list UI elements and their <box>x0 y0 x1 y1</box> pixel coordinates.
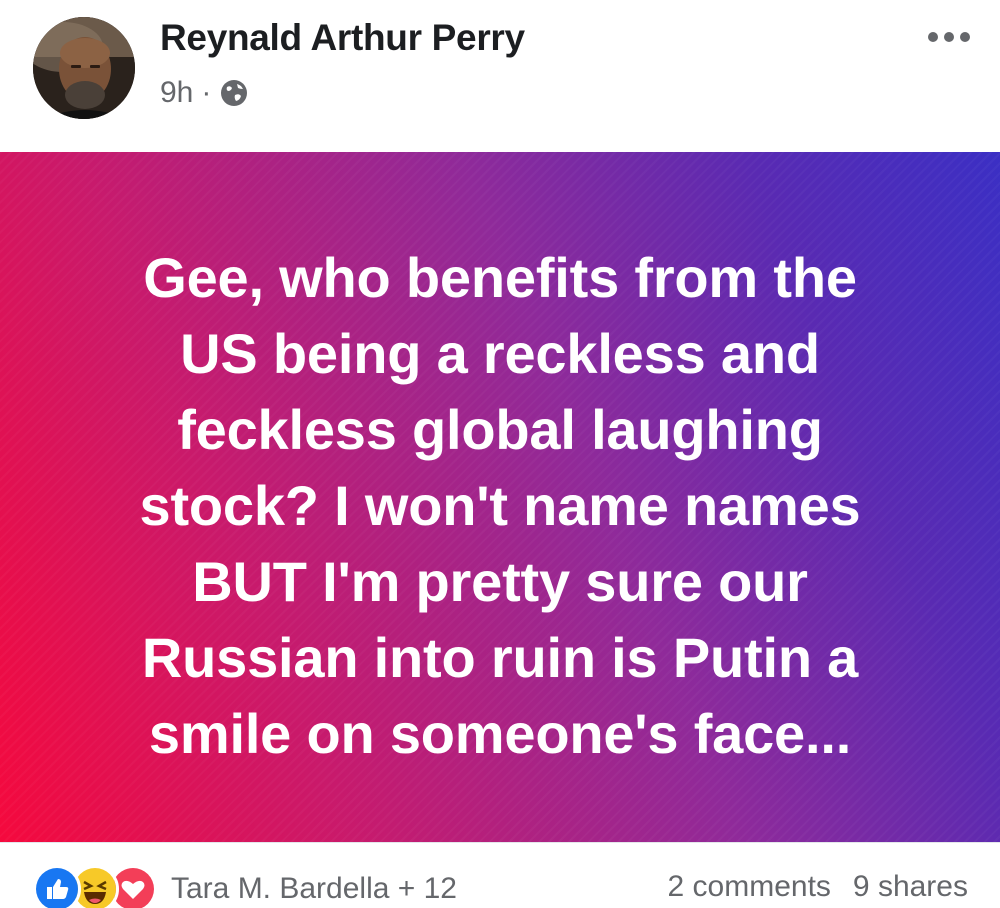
reactors-label[interactable]: Tara M. Bardella + 12 <box>171 872 457 906</box>
more-options-button[interactable] <box>922 26 976 48</box>
like-icon <box>33 865 81 908</box>
more-horizontal-icon <box>928 32 938 42</box>
more-horizontal-icon <box>944 32 954 42</box>
shares-count[interactable]: 9 shares <box>853 870 968 904</box>
meta-separator: · <box>201 76 212 109</box>
post-header: Reynald Arthur Perry 9h · <box>0 0 1000 152</box>
globe-icon <box>219 78 249 108</box>
post-text: Gee, who benefits from the US being a re… <box>139 246 861 765</box>
avatar[interactable] <box>33 17 135 119</box>
post-time[interactable]: 9h <box>160 76 193 110</box>
more-horizontal-icon <box>960 32 970 42</box>
engagement-counts: 2 comments 9 shares <box>668 870 968 904</box>
post-background[interactable]: Gee, who benefits from the US being a re… <box>0 152 1000 842</box>
author-name[interactable]: Reynald Arthur Perry <box>160 17 525 59</box>
post-footer: Tara M. Bardella + 12 2 comments 9 share… <box>0 842 1000 908</box>
post-meta: 9h · <box>160 76 249 110</box>
comments-count[interactable]: 2 comments <box>668 870 831 904</box>
reactions-summary[interactable]: Tara M. Bardella + 12 <box>33 865 457 908</box>
facebook-post: Reynald Arthur Perry 9h · Gee, who benef… <box>0 0 1000 908</box>
